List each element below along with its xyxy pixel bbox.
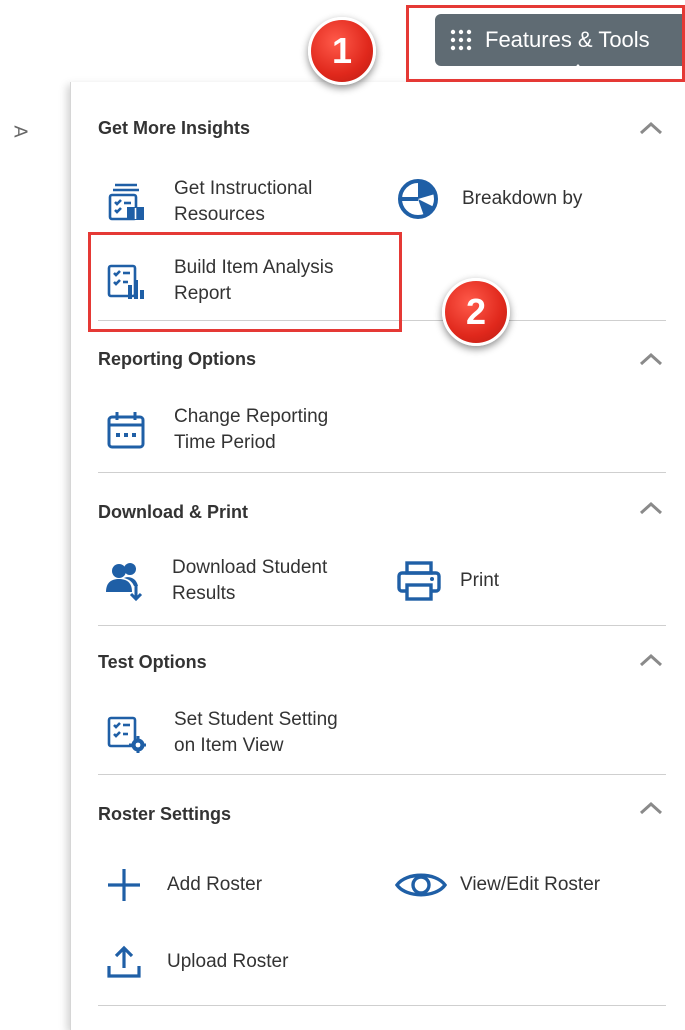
item-label-line2: Results [172,583,236,604]
settings-checklist-icon [107,716,146,753]
item-label-line1: Add Roster [167,874,263,895]
chevron-up-icon[interactable] [638,652,664,668]
item-label-line1: Download Student [172,557,328,578]
section-title: Test Options [98,652,207,672]
set-student-setting-item[interactable]: Set Student Setting on Item View [106,707,338,759]
section-title: Get More Insights [98,118,251,138]
breakdown-by-item[interactable]: Breakdown by [396,177,582,221]
chevron-up-icon[interactable] [638,120,664,136]
view-edit-roster-item[interactable]: View/Edit Roster [394,869,600,901]
item-label-line1: View/Edit Roster [460,874,601,895]
item-label-line1: Change Reporting [174,406,329,427]
item-label-line1: Breakdown by [462,188,583,209]
section-title: Reporting Options [98,349,256,369]
section-title: Roster Settings [98,804,232,824]
section-title: Download & Print [98,502,248,522]
section-divider [98,1005,666,1006]
chevron-up-icon[interactable] [638,351,664,367]
item-label-line2: Time Period [174,432,276,453]
change-reporting-time-period-item[interactable]: Change Reporting Time Period [106,404,328,456]
download-users-icon [106,563,143,602]
chevron-up-icon[interactable] [638,500,664,516]
chevron-up-icon[interactable] [638,800,664,816]
upload-roster-item[interactable]: Upload Roster [106,944,288,980]
item-label-line2: Resources [174,204,265,225]
section-divider [98,774,666,775]
step-badge-1: 1 [308,17,376,85]
instructional-resources-icon [108,183,144,221]
plus-icon [108,869,140,901]
item-label-line1: Get Instructional [174,178,313,199]
get-instructional-resources-item[interactable]: Get Instructional Resources [106,176,312,228]
print-item[interactable]: Print [396,561,499,601]
item-label-line2: on Item View [174,735,284,756]
item-label-line1: Print [460,570,500,591]
printer-icon [397,561,441,601]
download-student-results-item[interactable]: Download Student Results [104,555,327,607]
dropdown-caret [570,64,586,73]
add-roster-item[interactable]: Add Roster [106,867,262,903]
highlight-features-tools [406,5,685,82]
calendar-icon [107,412,145,449]
features-tools-panel: Get More Insights Get Instructional Reso… [70,82,685,1030]
side-glyph: A [10,125,31,138]
upload-icon [107,945,141,978]
section-divider [98,625,666,626]
pie-chart-icon [398,179,438,219]
item-label-line1: Set Student Setting [174,709,338,730]
section-divider [98,472,666,473]
item-label-line1: Upload Roster [167,951,289,972]
eye-icon [394,873,448,897]
highlight-build-item-analysis [88,232,402,332]
step-badge-2: 2 [442,278,510,346]
